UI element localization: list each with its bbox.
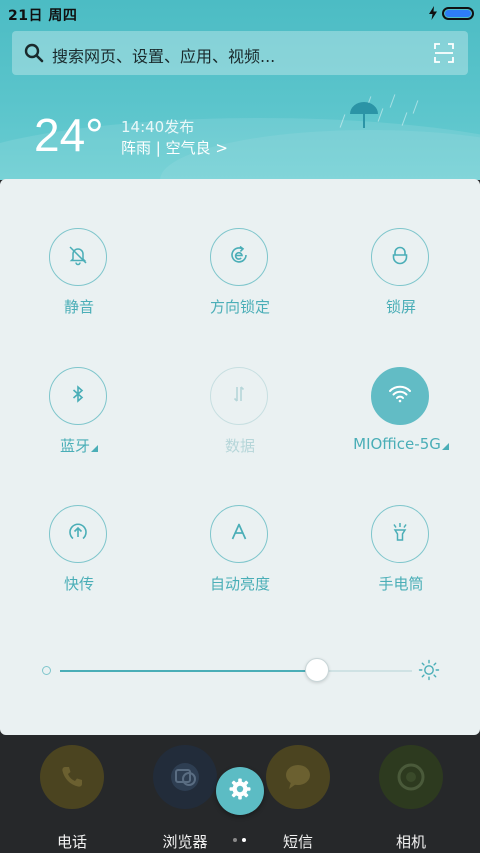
tile-bluetooth-button[interactable] <box>49 367 107 425</box>
browser-icon <box>153 745 217 809</box>
bluetooth-icon <box>67 383 89 409</box>
page-dot-active <box>242 838 246 842</box>
expand-triangle-icon <box>441 443 449 450</box>
gear-icon <box>228 777 252 805</box>
page-indicator <box>233 827 251 846</box>
app-camera[interactable]: 相机 <box>361 745 461 851</box>
brightness-min-icon <box>42 666 51 675</box>
tile-wifi-text: MIOffice-5G <box>353 435 441 453</box>
tile-bluetooth[interactable]: 蓝牙 <box>14 367 144 477</box>
quick-settings-panel: 静音 方向锁定 锁屏 蓝牙 数据 MIOffice-5G 快传 自动亮度 手电筒 <box>0 179 480 735</box>
notification-header: 21日 周四 搜索网页、设置、应用、视频... 24° 14:40发布 阵雨 |… <box>0 0 480 180</box>
tile-lock-screen[interactable]: 锁屏 <box>336 228 466 338</box>
expand-triangle-icon <box>91 445 98 452</box>
search-icon <box>24 43 44 67</box>
auto-brightness-icon <box>228 521 250 547</box>
temperature: 24° <box>34 109 104 161</box>
rain-decoration <box>389 94 396 108</box>
app-browser-label: 浏览器 <box>162 833 208 851</box>
weather-description[interactable]: 阵雨 | 空气良 > <box>121 137 228 158</box>
bell-off-icon <box>67 244 89 270</box>
app-messages-label: 短信 <box>282 833 313 851</box>
weather-updated-time: 14:40发布 <box>121 118 195 136</box>
settings-button[interactable] <box>216 767 264 815</box>
tile-lock-screen-button[interactable] <box>371 228 429 286</box>
tile-auto-brightness[interactable]: 自动亮度 <box>175 505 305 615</box>
tile-wifi-label: MIOffice-5G <box>336 435 466 453</box>
status-date: 21日 周四 <box>8 8 78 24</box>
tile-silent-label: 静音 <box>63 298 94 316</box>
search-input[interactable]: 搜索网页、设置、应用、视频... <box>52 43 275 67</box>
tile-auto-brightness-button[interactable] <box>210 505 268 563</box>
camera-icon <box>379 745 443 809</box>
tile-bluetooth-text: 蓝牙 <box>59 437 90 455</box>
lock-icon <box>389 244 411 270</box>
tile-lock-screen-label: 锁屏 <box>385 298 416 316</box>
tile-wifi-button[interactable] <box>371 367 429 425</box>
tile-flashlight[interactable]: 手电筒 <box>336 505 466 615</box>
app-phone-label: 电话 <box>56 833 87 851</box>
flashlight-icon <box>389 521 411 547</box>
battery-fill <box>445 10 471 17</box>
tile-mobile-data-label: 数据 <box>224 437 255 455</box>
rain-decoration <box>412 100 419 114</box>
search-bar[interactable]: 搜索网页、设置、应用、视频... <box>12 31 468 75</box>
tile-rotation-lock-button[interactable] <box>210 228 268 286</box>
message-icon <box>266 745 330 809</box>
brightness-slider-fill <box>60 670 317 672</box>
brightness-slider-thumb[interactable] <box>305 658 329 682</box>
charging-bolt-icon <box>428 6 438 24</box>
mobile-data-icon <box>228 383 250 409</box>
brightness-slider-track[interactable] <box>60 670 412 672</box>
tile-rotation-lock[interactable]: 方向锁定 <box>175 228 305 338</box>
tile-auto-brightness-label: 自动亮度 <box>209 575 270 593</box>
scan-icon[interactable] <box>434 43 454 67</box>
tile-mobile-data[interactable]: 数据 <box>175 367 305 477</box>
phone-icon <box>40 745 104 809</box>
transfer-icon <box>67 521 89 547</box>
tile-flashlight-label: 手电筒 <box>378 575 424 593</box>
tile-bluetooth-label: 蓝牙 <box>14 435 144 456</box>
battery-icon <box>442 7 474 20</box>
sun-icon <box>418 659 440 685</box>
page-dot <box>233 838 237 842</box>
tile-mobile-data-button[interactable] <box>210 367 268 425</box>
rotation-lock-icon <box>228 244 250 270</box>
tile-quick-transfer-label: 快传 <box>63 575 94 593</box>
umbrella-icon <box>349 100 379 136</box>
app-phone[interactable]: 电话 <box>22 745 122 851</box>
tile-flashlight-button[interactable] <box>371 505 429 563</box>
tile-silent[interactable]: 静音 <box>14 228 144 338</box>
wifi-icon <box>388 384 412 408</box>
tile-wifi[interactable]: MIOffice-5G <box>336 367 466 477</box>
tile-silent-button[interactable] <box>49 228 107 286</box>
app-camera-label: 相机 <box>395 833 426 851</box>
tile-quick-transfer-button[interactable] <box>49 505 107 563</box>
tile-quick-transfer[interactable]: 快传 <box>14 505 144 615</box>
status-bar: 21日 周四 <box>0 0 480 28</box>
tile-rotation-lock-label: 方向锁定 <box>209 298 270 316</box>
